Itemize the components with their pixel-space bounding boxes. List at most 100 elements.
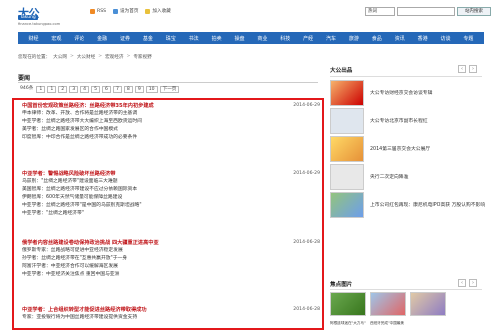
pager-page[interactable]: 1 <box>47 86 57 93</box>
next-arrow-icon[interactable]: › <box>469 65 477 73</box>
nav-item[interactable]: 金融 <box>97 35 107 42</box>
news-item-link[interactable]: 孙学者：丝绸之路经济带在"互惠共赢开放"于一身 <box>22 255 320 263</box>
thumbnail-image[interactable] <box>330 136 364 162</box>
pager-page[interactable]: 10 <box>145 86 158 93</box>
photo-captions: 阿根廷球迷在"大力马" 西班牙完成"中国最美 <box>330 321 406 326</box>
right-list-item[interactable]: 大公专访财经京交会访谈专辑 <box>330 80 482 108</box>
top-bar: 大公 Takung finance.takungpao.com RSS 设为首页… <box>0 0 500 32</box>
pager-first[interactable]: 1 <box>36 86 46 93</box>
site-logo[interactable]: 大公 Takung finance.takungpao.com <box>18 5 80 27</box>
right-list-item[interactable]: 2014第三届京交会大公展厅 <box>330 136 482 164</box>
right-item-title[interactable]: 央行二次定向降准 <box>370 173 408 180</box>
breadcrumb-link[interactable]: 专家视野 <box>133 54 151 60</box>
add-favorite-link[interactable]: 加入收藏 <box>145 8 171 14</box>
search-input[interactable] <box>397 7 455 16</box>
photo-thumb[interactable] <box>370 292 406 316</box>
nav-item[interactable]: 财经 <box>28 35 38 42</box>
pager-page[interactable]: 5 <box>91 86 100 93</box>
section-title: 要闻 <box>18 75 31 82</box>
prev-arrow-icon[interactable]: ‹ <box>458 279 466 287</box>
news-block: 俄学者内容丝路建设卷动保持政治挑战 四大疆重正进高中亚 2014-06-28 俄罗斯… <box>22 238 320 279</box>
news-head: 俄学者内容丝路建设卷动保持政治挑战 四大疆重正进高中亚 2014-06-28 <box>22 238 320 247</box>
pager-next[interactable]: 下一页 <box>159 86 180 93</box>
rss-link[interactable]: RSS <box>90 8 106 14</box>
prev-arrow-icon[interactable]: ‹ <box>458 65 466 73</box>
news-block: 中亚学者：上合组织转型才能促进丝路经济带取得成功 2014-06-28 专家：亚投银… <box>22 305 320 322</box>
news-block: 中国首份宏观政策丝路经济：丝路经济带35年内初步建成 2014-06-29 申本律师… <box>22 101 320 142</box>
nav-item[interactable]: 食品 <box>372 35 382 42</box>
news-headline[interactable]: 中亚学者：上合组织转型才能促进丝路经济带取得成功 <box>22 306 147 313</box>
nav-item[interactable]: 宏观 <box>51 35 61 42</box>
right-item-title[interactable]: 2014第三届京交会大公展厅 <box>370 145 430 152</box>
right-list-item[interactable]: 上市公司红包再现：康尼机电IPO高获 万股认购不影响 <box>330 192 485 220</box>
pager-page[interactable]: 7 <box>112 86 122 93</box>
nav-item[interactable]: 访谈 <box>440 35 450 42</box>
photo-caption[interactable]: 西班牙完成"中国最美 <box>370 321 406 326</box>
right-arrows: ‹ › <box>458 65 477 73</box>
next-arrow-icon[interactable]: › <box>469 279 477 287</box>
right-list-item[interactable]: 央行二次定向降准 <box>330 164 482 192</box>
main-nav: 财经 宏观 评论 金融 证券 基金 珠宝 书法 拍卖 操盘 商业 科技 产经 汽车 旅游 食品 资讯 香港 访谈 专题 <box>18 32 484 44</box>
thumbnail-image[interactable] <box>330 192 364 218</box>
thumbnail-image[interactable] <box>330 108 364 134</box>
nav-item[interactable]: 旅游 <box>349 35 359 42</box>
pager-page[interactable]: 3 <box>69 86 79 93</box>
news-date: 2014-06-29 <box>293 171 320 176</box>
nav-item[interactable]: 操盘 <box>234 35 244 42</box>
pager-page[interactable]: 6 <box>102 86 111 93</box>
right-item-title[interactable]: 上市公司红包再现：康尼机电IPO高获 万股认购不影响 <box>370 201 485 208</box>
pager-page[interactable]: 8 <box>123 86 133 93</box>
photo-thumb[interactable] <box>330 292 366 316</box>
search-type-select[interactable]: 热词 <box>365 7 395 16</box>
news-item-link[interactable]: 美学者：丝绸之路国家发展区的合作中国模式 <box>22 126 320 134</box>
nav-item[interactable]: 拍卖 <box>212 35 222 42</box>
news-item-link[interactable]: 伊朗智库：600年天然气储量可能保障丝路建设 <box>22 194 320 202</box>
nav-item[interactable]: 产经 <box>303 35 313 42</box>
nav-item[interactable]: 资讯 <box>395 35 405 42</box>
breadcrumb-link[interactable]: 大公财经 <box>77 54 95 60</box>
pager-page[interactable]: 4 <box>80 86 90 93</box>
news-item-link[interactable]: 专家：亚投银行将为中国丝路经济带建设提供资金支持 <box>22 314 320 322</box>
photo-caption[interactable]: 阿根廷球迷在"大力马" <box>330 321 366 326</box>
news-item-link[interactable]: 申本律师：改革、开放、合作将是丝路经济带的主基调 <box>22 110 320 118</box>
breadcrumb-link[interactable]: 宏观经济 <box>105 54 123 60</box>
nav-item[interactable]: 基金 <box>143 35 153 42</box>
nav-item[interactable]: 科技 <box>280 35 290 42</box>
news-item-link[interactable]: 中亚学者："丝绸之路经济带" <box>22 210 320 218</box>
nav-item[interactable]: 证券 <box>120 35 130 42</box>
nav-item[interactable]: 书法 <box>189 35 199 42</box>
pager-page[interactable]: 9 <box>134 86 144 93</box>
news-item-link[interactable]: 乌兹别："丝绸之路经济带"建设面临三大难题 <box>22 178 320 186</box>
nav-item[interactable]: 香港 <box>418 35 428 42</box>
nav-item[interactable]: 专题 <box>463 35 473 42</box>
news-item-link[interactable]: 中亚学者：丝绸之路经济带大大编织上海至西欧货运时间 <box>22 118 320 126</box>
nav-item[interactable]: 汽车 <box>326 35 336 42</box>
nav-item[interactable]: 评论 <box>74 35 84 42</box>
right-list-item[interactable]: 大公专访北京市副市长程红 <box>330 108 482 136</box>
news-item-link[interactable]: 中亚学者：中亚经济关注焦点 重回中国与亚洲 <box>22 271 320 279</box>
search-button[interactable]: 站内搜索 <box>457 7 491 16</box>
news-item-link[interactable]: 美国智库：丝绸之路经济带建设不应过分依赖国际资本 <box>22 186 320 194</box>
right-item-title[interactable]: 大公专访财经京交会访谈专辑 <box>370 89 432 96</box>
pager-page[interactable]: 2 <box>58 86 68 93</box>
news-headline[interactable]: 俄学者内容丝路建设卷动保持政治挑战 四大疆重正进高中亚 <box>22 239 159 246</box>
news-item-link[interactable]: 俄罗斯专家：丝路战略可促进中亚经济稳定发展 <box>22 247 320 255</box>
home-icon <box>113 8 119 14</box>
set-home-link[interactable]: 设为首页 <box>113 8 138 14</box>
news-headline[interactable]: 中亚学者：警惕战略风险破坏丝路经济带 <box>22 170 115 177</box>
breadcrumb-link[interactable]: 大公网 <box>53 54 67 60</box>
nav-item[interactable]: 商业 <box>257 35 267 42</box>
nav-item[interactable]: 珠宝 <box>166 35 176 42</box>
thumbnail-image[interactable] <box>330 80 364 106</box>
photo-thumb[interactable] <box>410 292 446 316</box>
news-item-link[interactable]: 印度智库：中印合作是丝绸之路经济带成功的必要条件 <box>22 134 320 142</box>
news-headline[interactable]: 中国首份宏观政策丝路经济：丝路经济带35年内初步建成 <box>22 102 154 109</box>
thumbnail-image[interactable] <box>330 164 364 190</box>
news-item-link[interactable]: 中亚学者：丝绸之路经济带"是中国的乌兹别克斯坦战略" <box>22 202 320 210</box>
news-date: 2014-06-28 <box>293 307 320 312</box>
news-date: 2014-06-28 <box>293 240 320 245</box>
pager-count: 946条 <box>18 86 35 93</box>
right-item-title[interactable]: 大公专访北京市副市长程红 <box>370 117 428 124</box>
photos-title: 焦点图片 <box>330 282 353 288</box>
news-item-link[interactable]: 阿富汗学者：中亚经济合作可以缓解海区发展 <box>22 263 320 271</box>
